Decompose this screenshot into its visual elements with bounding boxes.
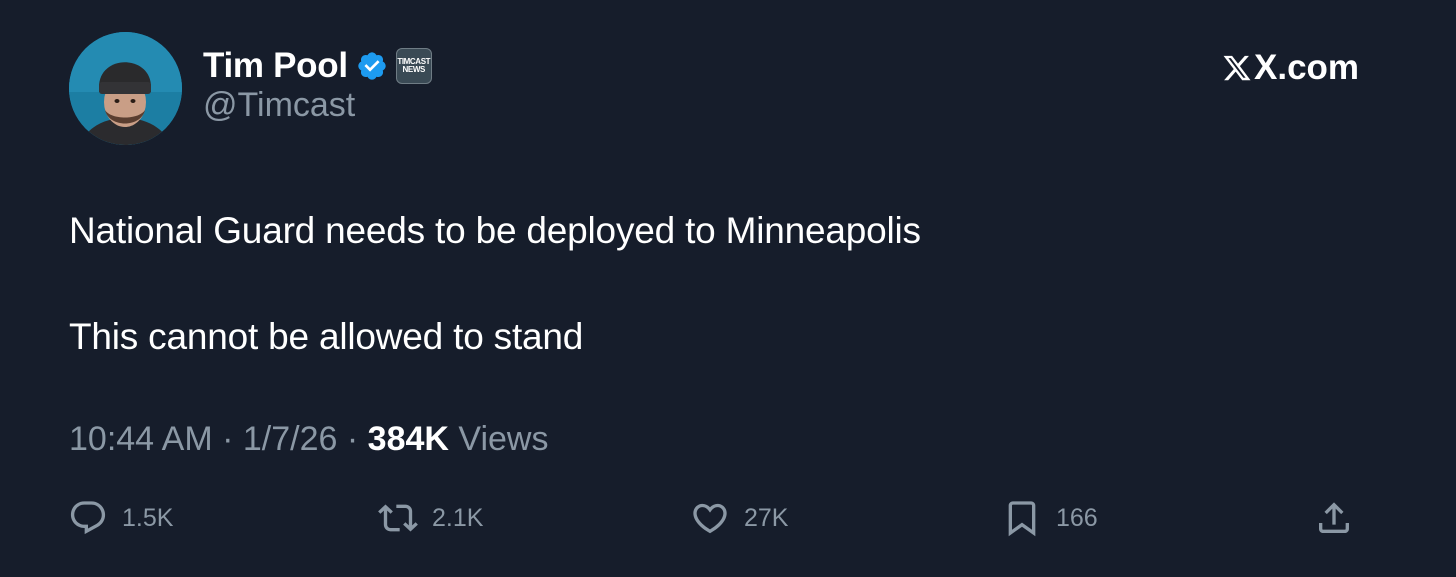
tweet-date[interactable]: 1/7/26 [243, 420, 338, 458]
tweet-time[interactable]: 10:44 AM [69, 420, 213, 458]
reply-icon [70, 501, 106, 535]
tweet-text-line-2: This cannot be allowed to stand [69, 316, 584, 357]
tweet-meta: 10:44 AM · 1/7/26 · 384K Views [69, 420, 548, 459]
author-row: Tim Pool TIMCAST NEWS [203, 44, 432, 88]
affiliate-badge[interactable]: TIMCAST NEWS [395, 48, 432, 84]
bookmark-icon [1008, 501, 1036, 537]
retweet-icon [378, 504, 418, 532]
retweet-button[interactable]: 2.1K [378, 496, 483, 540]
author-handle[interactable]: @Timcast [203, 86, 355, 125]
bookmark-button[interactable]: 166 [1002, 496, 1098, 540]
verified-badge-icon [358, 52, 386, 80]
avatar-image [69, 32, 182, 145]
meta-separator: · [222, 420, 234, 458]
avatar[interactable] [69, 32, 182, 145]
like-count: 27K [744, 503, 789, 532]
author-name[interactable]: Tim Pool [203, 46, 348, 86]
x-logo-icon [1223, 55, 1251, 81]
brand-label: X.com [1254, 48, 1360, 87]
tweet-text-line-1: National Guard needs to be deployed to M… [69, 210, 921, 251]
bookmark-count: 166 [1056, 503, 1098, 532]
reply-button[interactable]: 1.5K [68, 496, 173, 540]
retweet-count: 2.1K [432, 503, 484, 532]
share-icon [1319, 502, 1349, 533]
heart-icon [693, 503, 727, 534]
meta-separator: · [346, 420, 359, 458]
like-button[interactable]: 27K [690, 496, 788, 540]
views-label: Views [458, 420, 549, 458]
brand-watermark: X.com [1222, 46, 1359, 90]
affiliate-badge-line-2: NEWS [402, 65, 426, 74]
views-count: 384K [367, 420, 449, 458]
reply-count: 1.5K [122, 503, 174, 532]
share-button[interactable] [1314, 496, 1354, 540]
